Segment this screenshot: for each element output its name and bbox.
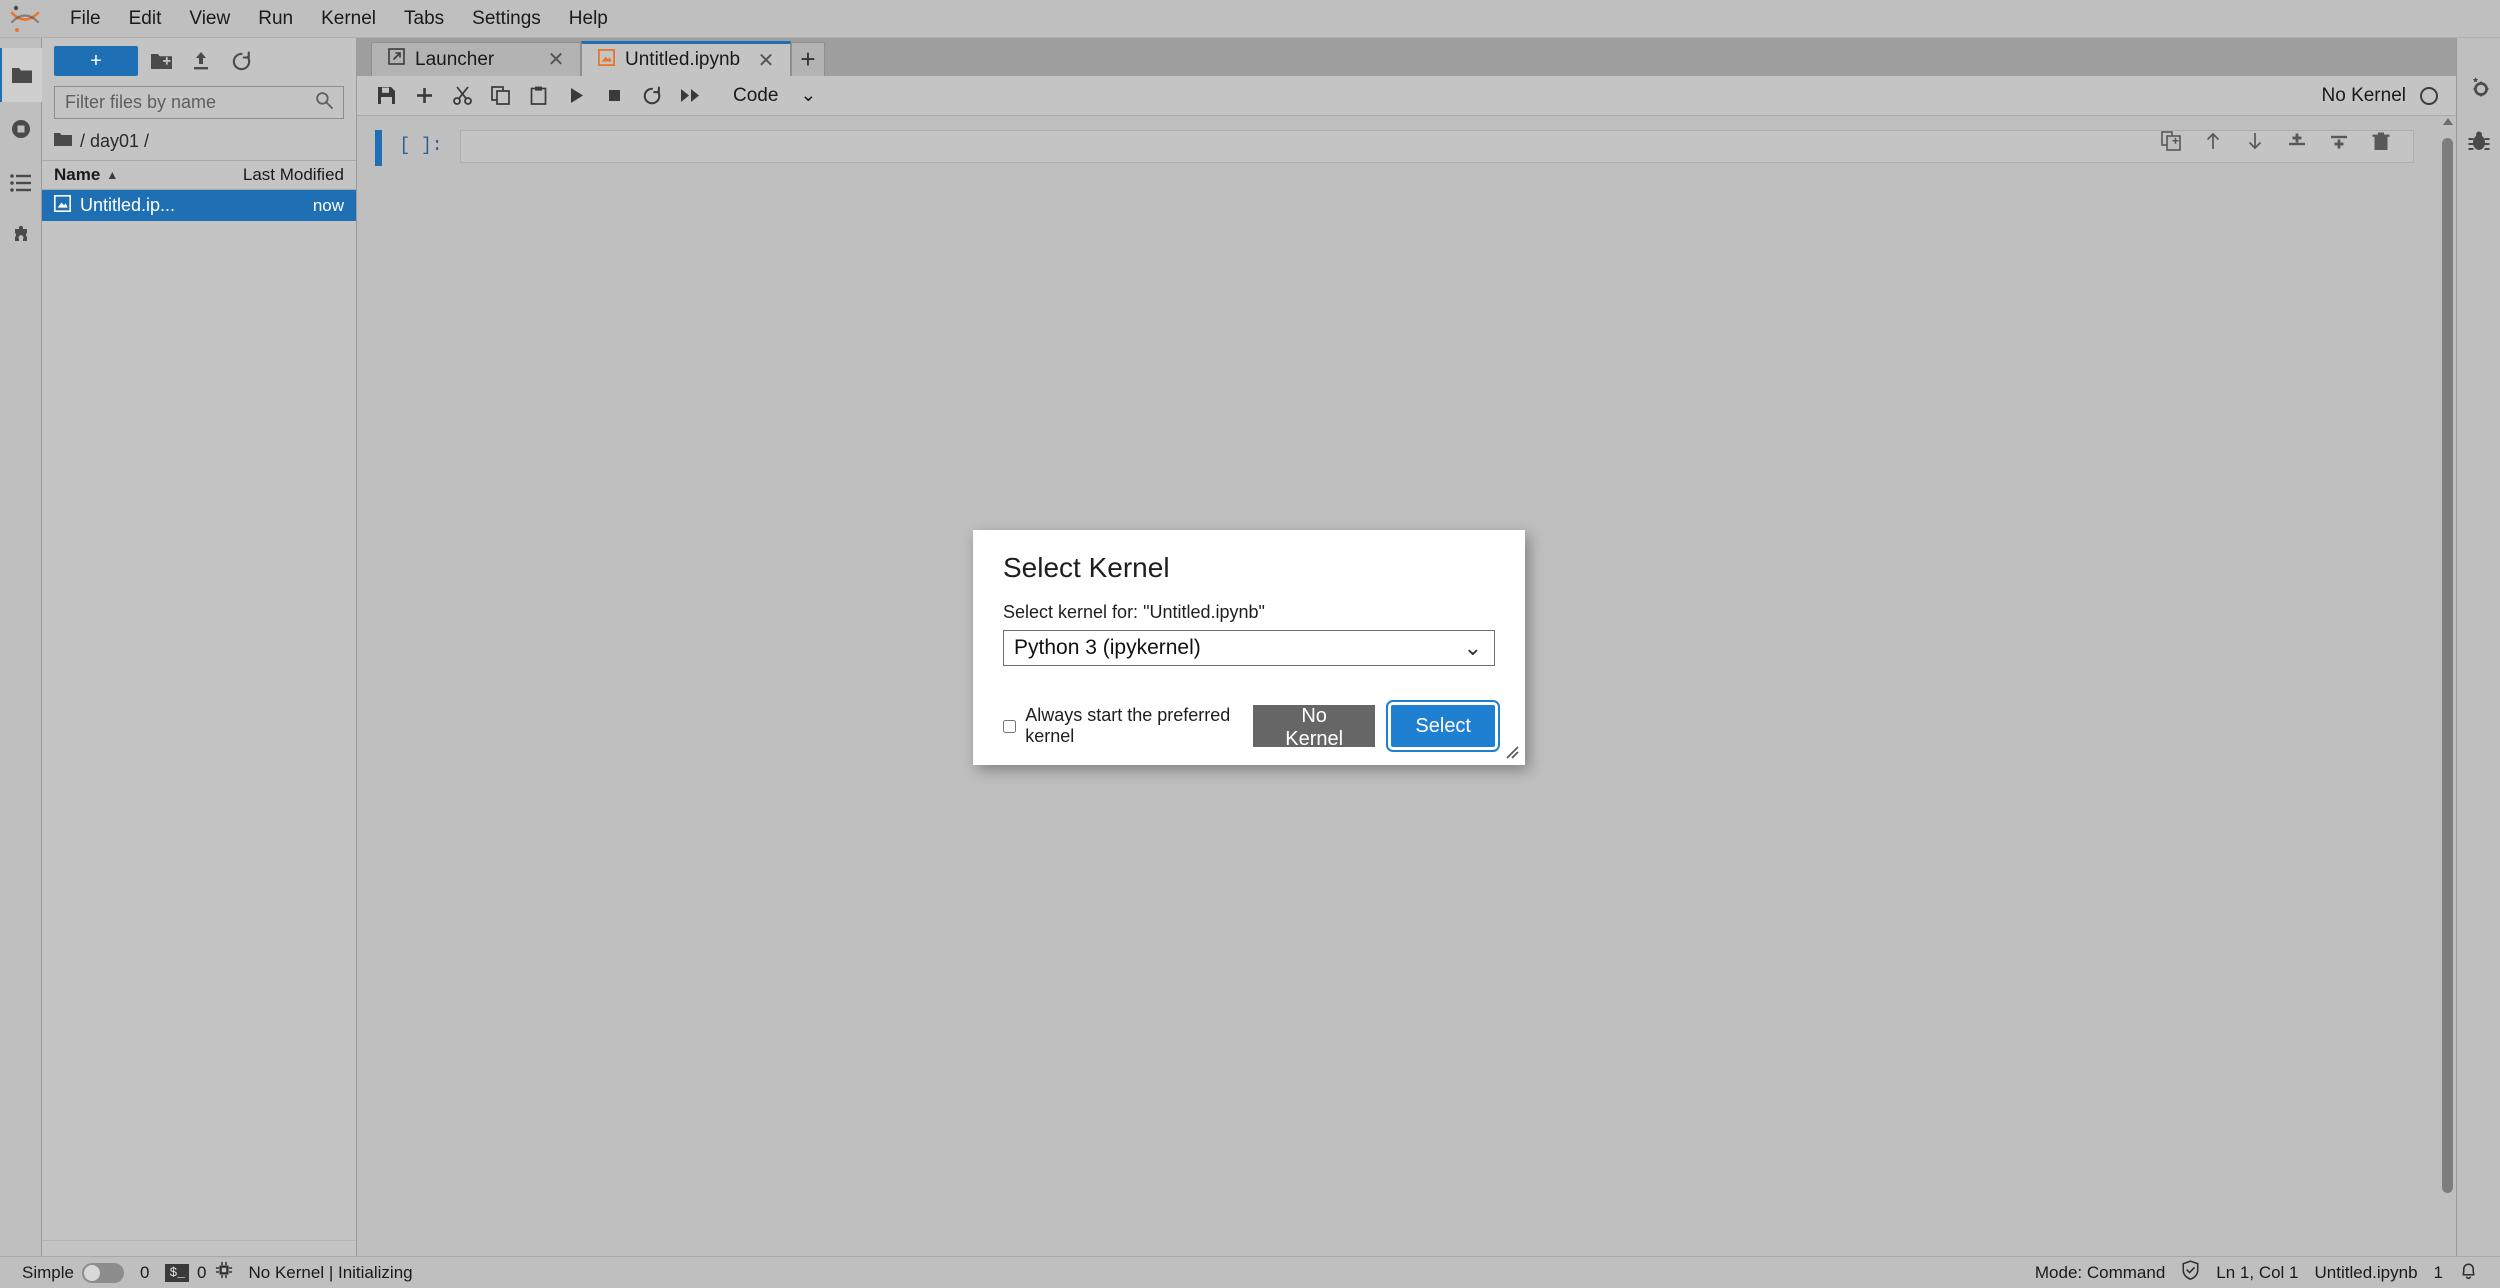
jupyterlab-window: File Edit View Run Kernel Tabs Settings …: [0, 0, 2500, 1288]
no-kernel-button[interactable]: No Kernel: [1252, 705, 1376, 750]
checkbox-input[interactable]: [1003, 718, 1017, 734]
dialog-footer: Always start the preferred kernel No Ker…: [1003, 700, 1500, 752]
kernel-select-value: Python 3 (ipykernel): [1014, 636, 1201, 659]
select-button[interactable]: Select: [1386, 700, 1500, 752]
dialog-title: Select Kernel: [1003, 552, 1170, 583]
chevron-down-icon: ⌄: [1463, 635, 1482, 660]
dialog-overlay: Select Kernel Select kernel for: "Untitl…: [0, 0, 2500, 1288]
kernel-select-dropdown[interactable]: Python 3 (ipykernel) ⌄: [1003, 630, 1495, 666]
dialog-resize-handle[interactable]: [1503, 743, 1519, 759]
dialog-description: Select kernel for: "Untitled.ipynb": [1003, 602, 1265, 622]
checkbox-label: Always start the preferred kernel: [1025, 705, 1231, 746]
select-kernel-dialog: Select Kernel Select kernel for: "Untitl…: [973, 530, 1525, 765]
always-start-preferred-kernel-checkbox[interactable]: Always start the preferred kernel: [1003, 705, 1253, 747]
